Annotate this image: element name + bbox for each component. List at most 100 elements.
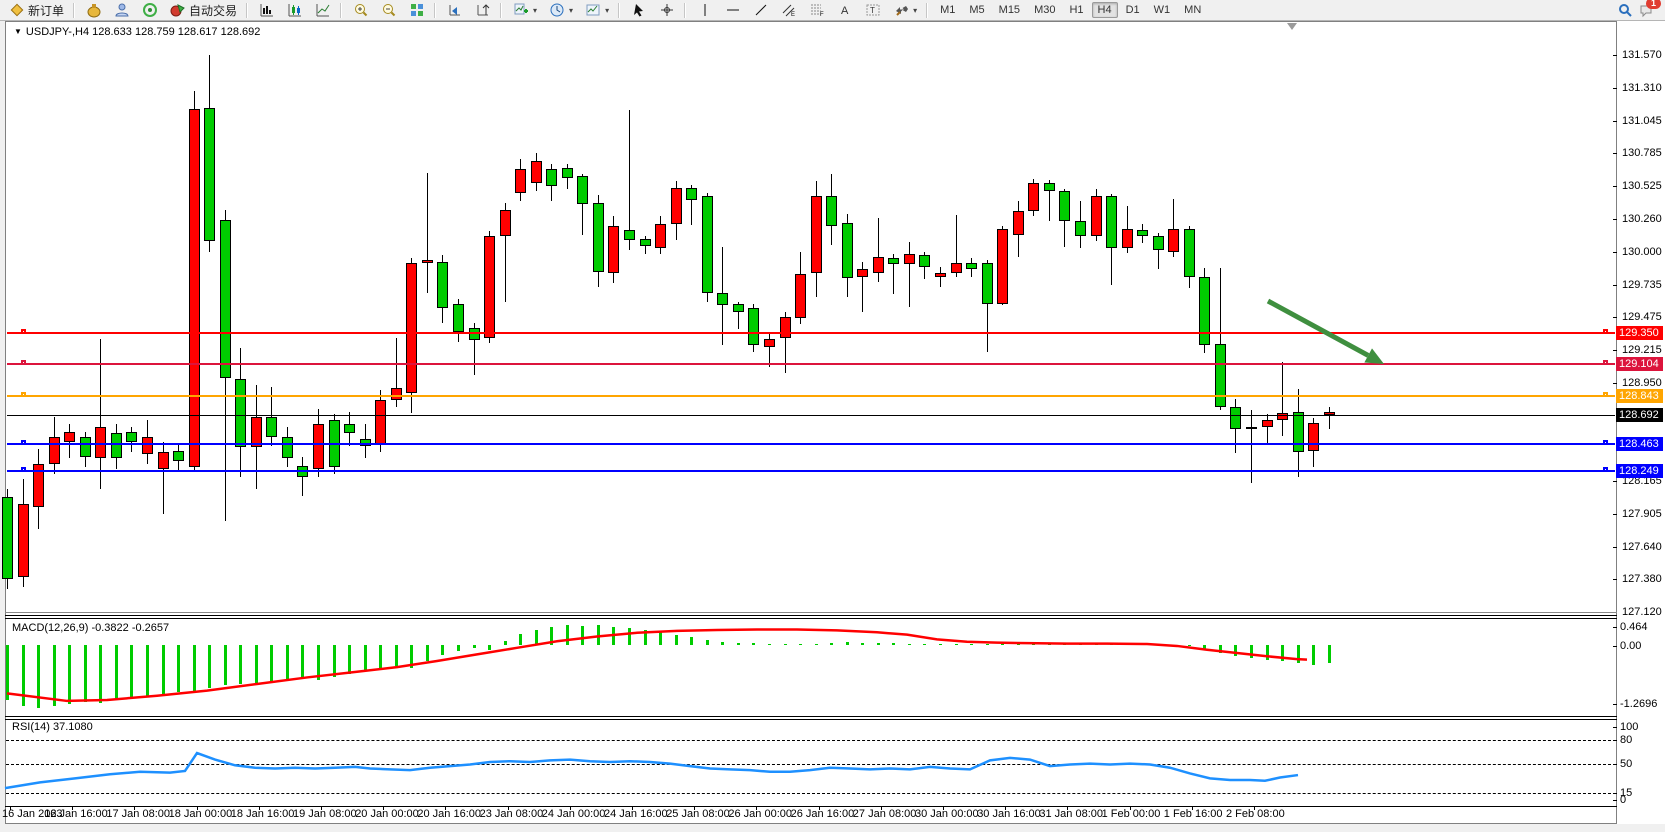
macd-histogram-bar (22, 645, 25, 706)
vline-button[interactable] (692, 0, 718, 20)
rsi-axis-label: 80 (1620, 734, 1632, 746)
timeframe-button-d1[interactable]: D1 (1120, 2, 1146, 18)
macd-histogram-bar (193, 645, 196, 693)
timeframe-button-h1[interactable]: H1 (1063, 2, 1089, 18)
shapes-button[interactable]: ▾ (888, 0, 922, 20)
auto-scroll-button[interactable] (442, 0, 468, 20)
timeframe-button-mn[interactable]: MN (1178, 2, 1207, 18)
line-endpoint-handle[interactable] (1603, 360, 1608, 365)
gold-pouch-button[interactable] (81, 0, 107, 20)
line-endpoint-handle[interactable] (1603, 329, 1608, 334)
label-button[interactable]: T (860, 0, 886, 20)
candle-body (111, 433, 122, 458)
timeframe-button-m5[interactable]: M5 (963, 2, 990, 18)
cursor-icon (631, 2, 647, 18)
macd-histogram-bar (286, 645, 289, 680)
line-endpoint-handle[interactable] (21, 467, 26, 472)
indicators-button[interactable]: ▾ (508, 0, 542, 20)
periods-button[interactable]: ▾ (544, 0, 578, 20)
price-axis-label: 131.570 (1622, 49, 1662, 61)
line-endpoint-handle[interactable] (21, 440, 26, 445)
dropdown-caret-icon[interactable]: ▾ (605, 6, 609, 15)
candle-body (204, 108, 215, 242)
macd-histogram-bar (892, 643, 895, 645)
line-endpoint-handle[interactable] (21, 329, 26, 334)
macd-axis-tick (1613, 704, 1617, 705)
line-endpoint-handle[interactable] (1603, 392, 1608, 397)
line-endpoint-handle[interactable] (21, 392, 26, 397)
new-order-button[interactable]: 新订单 (4, 0, 69, 21)
line-endpoint-handle[interactable] (1603, 467, 1608, 472)
candle-body (577, 176, 588, 204)
timeframe-button-h4[interactable]: H4 (1092, 2, 1118, 18)
crosshair-button[interactable] (654, 0, 680, 20)
candle-body (1122, 229, 1133, 248)
time-axis-label: 26 Jan 16:00 (791, 808, 855, 820)
macd-histogram-bar (1266, 645, 1269, 660)
candle-body (1028, 183, 1039, 212)
macd-histogram-bar (1312, 645, 1315, 665)
horizontal-level-line-128.249[interactable] (7, 470, 1615, 472)
macd-histogram-bar (566, 625, 569, 645)
collapse-triangle-icon[interactable]: ▼ (14, 27, 22, 36)
horizontal-level-line-129.350[interactable] (7, 332, 1615, 334)
macd-histogram-bar (410, 645, 413, 668)
line-chart-button[interactable] (310, 0, 336, 20)
dropdown-caret-icon[interactable]: ▾ (569, 6, 573, 15)
macd-histogram-bar (146, 645, 149, 697)
tile-windows-button[interactable] (404, 0, 430, 20)
candle-body (469, 328, 480, 341)
horizontal-level-line-128.843[interactable] (7, 395, 1615, 397)
profiles-button[interactable] (109, 0, 135, 20)
macd-histogram-bar (970, 644, 973, 645)
time-axis-label: 17 Jan 08:00 (106, 808, 170, 820)
timeframe-button-m15[interactable]: M15 (993, 2, 1026, 18)
bar-chart-button[interactable] (254, 0, 280, 20)
candle-body (282, 437, 293, 458)
dropdown-caret-icon[interactable]: ▾ (533, 6, 537, 15)
level-price-tag: 128.249 (1616, 464, 1663, 478)
chart-canvas[interactable] (5, 21, 1617, 824)
candle-body (671, 188, 682, 224)
timeframe-button-w1[interactable]: W1 (1148, 2, 1177, 18)
hline-button[interactable] (720, 0, 746, 20)
macd-histogram-bar (721, 642, 724, 645)
chart-shift-button[interactable] (470, 0, 496, 20)
trendline-button[interactable] (748, 0, 774, 20)
horizontal-level-line-128.463[interactable] (7, 443, 1615, 445)
autotrade-button[interactable]: 自动交易 (165, 0, 242, 21)
zoom-out-button[interactable] (376, 0, 402, 20)
candle-wick (1282, 362, 1283, 436)
line-endpoint-handle[interactable] (21, 360, 26, 365)
zoom-in-button[interactable] (348, 0, 374, 20)
macd-histogram-bar (1188, 645, 1191, 646)
candlestick-chart-button[interactable] (282, 0, 308, 20)
macd-histogram-bar (84, 645, 87, 702)
crosshair-icon (659, 2, 675, 18)
notifications-icon[interactable]: 1 (1639, 2, 1655, 18)
horizontal-level-line-129.104[interactable] (7, 363, 1615, 365)
candle-wick (1267, 414, 1268, 443)
fibonacci-button[interactable]: F (804, 0, 830, 20)
text-button[interactable]: A (832, 0, 858, 20)
line-endpoint-handle[interactable] (1603, 440, 1608, 445)
macd-histogram-bar (784, 644, 787, 645)
signal-button[interactable] (137, 0, 163, 20)
candle-body (1230, 407, 1241, 430)
toolbar-separator (246, 3, 248, 18)
current-price-line[interactable] (7, 415, 1615, 416)
cursor-button[interactable] (626, 0, 652, 20)
macd-histogram-bar (1126, 644, 1129, 645)
dropdown-caret-icon[interactable]: ▾ (913, 6, 917, 15)
candle-body (686, 188, 697, 201)
mt4-terminal-window: 新订单自动交易▾▾▾EFAT▾M1M5M15M30H1H4D1W1MN 1 ▼U… (0, 0, 1665, 832)
macd-histogram-bar (1063, 643, 1066, 645)
timeframe-button-m1[interactable]: M1 (934, 2, 961, 18)
timeframe-button-m30[interactable]: M30 (1028, 2, 1061, 18)
channel-button[interactable]: E (776, 0, 802, 20)
macd-axis-tick (1613, 646, 1617, 647)
templates-button[interactable]: ▾ (580, 0, 614, 20)
search-icon[interactable] (1617, 2, 1633, 18)
fibonacci-icon: F (809, 2, 825, 18)
rsi-axis-tick (1613, 727, 1617, 728)
